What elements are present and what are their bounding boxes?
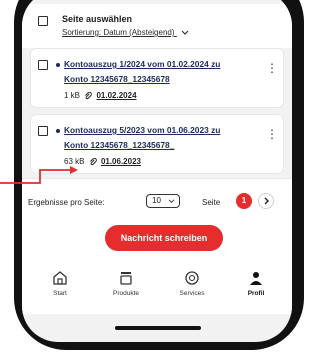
nav-item-profil[interactable]: Profil	[226, 270, 286, 297]
results-per-page-label: Ergebnisse pro Seite:	[28, 198, 105, 207]
nav-label: Services	[179, 290, 205, 297]
document-meta: 63 kB 01.06.2023	[64, 156, 141, 168]
chevron-down-icon	[168, 199, 175, 204]
page-label: Seite	[202, 198, 221, 207]
document-card[interactable]: Kontoauszug 5/2023 vom 01.06.2023 zu Kon…	[30, 114, 284, 174]
nav-label: Profil	[247, 290, 265, 297]
chevron-right-icon	[264, 197, 269, 205]
unread-dot	[56, 129, 60, 133]
services-icon	[185, 271, 199, 285]
results-per-page-select[interactable]: 10	[146, 194, 180, 208]
sort-selector[interactable]: Sortierung: Datum (Absteigend)	[62, 28, 189, 37]
home-icon	[53, 271, 67, 285]
document-date[interactable]: 01.06.2023	[101, 157, 141, 166]
home-indicator	[115, 326, 201, 330]
unread-dot	[56, 63, 60, 67]
bottom-nav: Start Produkte Services Profil	[22, 264, 292, 314]
paperclip-icon	[85, 91, 93, 100]
document-date[interactable]: 01.02.2024	[96, 91, 136, 100]
more-options-icon[interactable]: ⋮	[266, 62, 278, 74]
document-title[interactable]: Kontoauszug 1/2024 vom 01.02.2024 zu Kon…	[64, 58, 254, 85]
nav-item-start[interactable]: Start	[30, 270, 90, 297]
document-title-line1: Kontoauszug 1/2024 vom 01.02.2024 zu	[64, 59, 221, 69]
select-all-checkbox[interactable]	[38, 16, 48, 26]
stack-icon	[120, 272, 132, 285]
nav-item-produkte[interactable]: Produkte	[96, 270, 156, 297]
more-options-icon[interactable]: ⋮	[266, 128, 278, 140]
postbox-screen: Seite auswählen Sortierung: Datum (Abste…	[22, 0, 292, 342]
document-title-line1: Kontoauszug 5/2023 vom 01.06.2023 zu	[64, 125, 221, 135]
document-title-line2: Konto 12345678_12345678_	[64, 140, 175, 150]
document-title-line2: Konto 12345678_12345678	[64, 74, 170, 84]
nav-item-services[interactable]: Services	[162, 270, 222, 297]
document-meta: 1 kB 01.02.2024	[64, 90, 137, 102]
nav-label: Produkte	[112, 290, 140, 297]
stage: Seite auswählen Sortierung: Datum (Abste…	[0, 0, 314, 352]
results-per-page-value: 10	[152, 196, 161, 205]
next-page-button[interactable]	[258, 193, 274, 209]
document-size: 1 kB	[64, 91, 81, 100]
document-size: 63 kB	[64, 157, 85, 166]
document-title[interactable]: Kontoauszug 5/2023 vom 01.06.2023 zu Kon…	[64, 124, 254, 151]
write-message-button[interactable]: Nachricht schreiben	[105, 225, 223, 251]
results-footer: Ergebnisse pro Seite: 10 Seite 1 Nachric…	[22, 178, 292, 265]
document-card[interactable]: Kontoauszug 1/2024 vom 01.02.2024 zu Kon…	[30, 48, 284, 108]
chevron-down-icon	[181, 30, 189, 35]
document-checkbox[interactable]	[38, 60, 48, 70]
document-checkbox[interactable]	[38, 126, 48, 136]
current-page-badge[interactable]: 1	[236, 193, 252, 209]
select-page-label: Seite auswählen	[62, 14, 133, 24]
select-bar: Seite auswählen Sortierung: Datum (Abste…	[22, 4, 292, 48]
phone-screen: Seite auswählen Sortierung: Datum (Abste…	[22, 0, 292, 342]
nav-label: Start	[53, 290, 67, 297]
paperclip-icon	[89, 157, 97, 166]
sort-label: Sortierung: Datum (Absteigend)	[62, 28, 175, 37]
person-icon	[250, 272, 262, 285]
